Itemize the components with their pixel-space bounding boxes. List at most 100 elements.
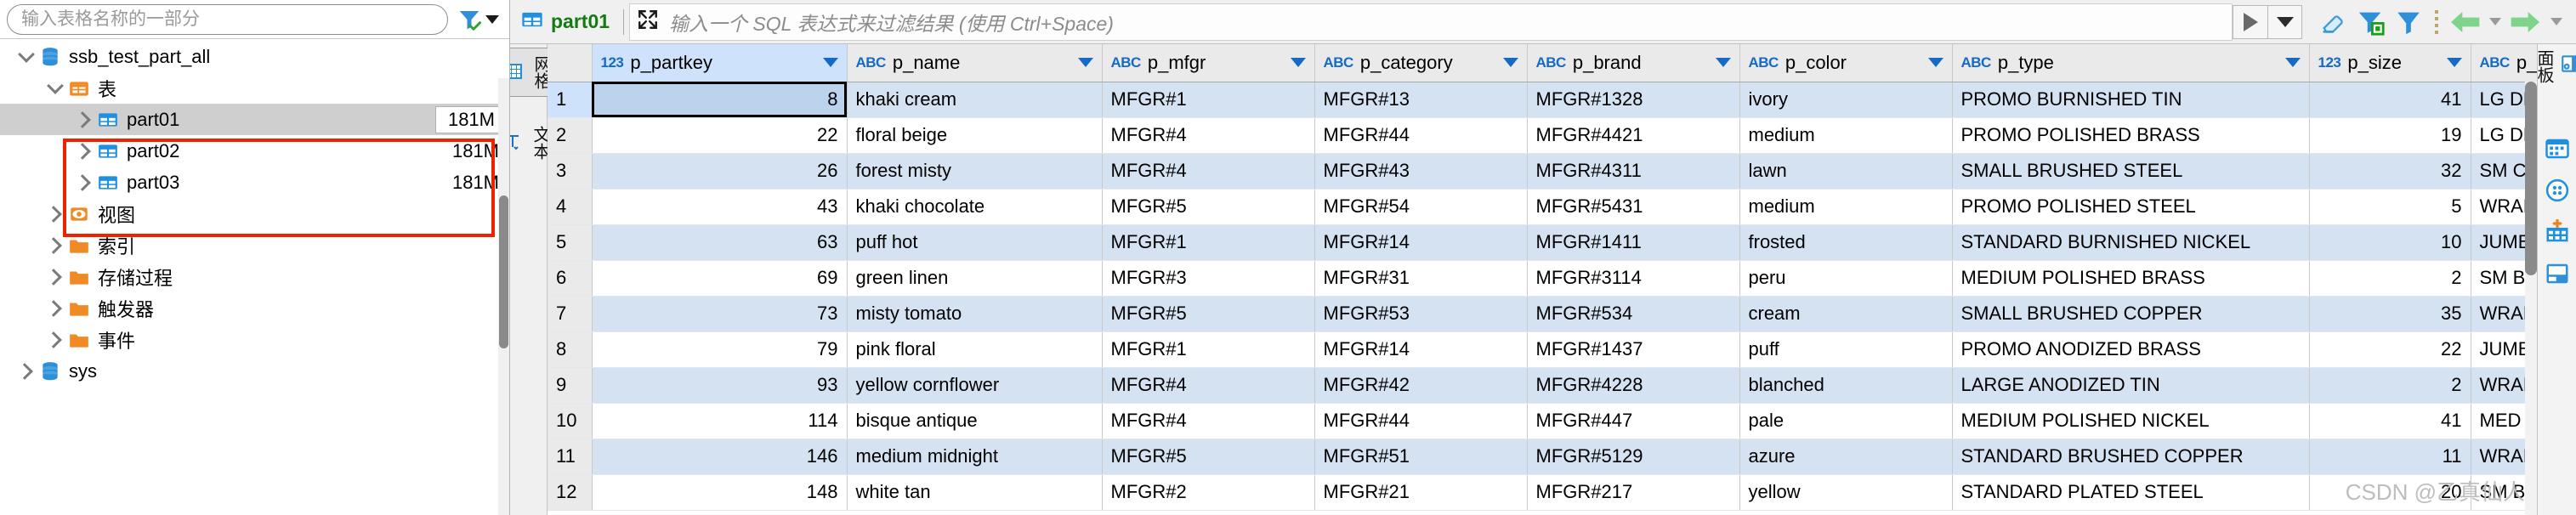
cell-p_partkey[interactable]: 43 [592,189,848,225]
cell-p_type[interactable]: LARGE ANODIZED TIN [1952,367,2310,404]
column-header-p_type[interactable]: ABC p_type [1952,44,2310,82]
add-row-icon[interactable] [2545,218,2570,249]
column-header-p_conta[interactable]: ABC p_conta [2471,44,2537,82]
apply-filter-button[interactable] [2353,4,2389,40]
cell-p_type[interactable]: PROMO POLISHED BRASS [1952,117,2310,154]
cell-p_color[interactable]: cream [1739,296,1953,332]
column-header-p_size[interactable]: 123 p_size [2309,44,2471,82]
cell-p_category[interactable]: MFGR#14 [1314,224,1528,261]
cell-p_name[interactable]: forest misty [847,153,1103,190]
row-number[interactable]: 3 [548,153,593,190]
column-header-p_mfgr[interactable]: ABC p_mfgr [1102,44,1315,82]
cell-p_mfgr[interactable]: MFGR#1 [1102,331,1315,368]
cell-p_mfgr[interactable]: MFGR#5 [1102,439,1315,475]
chevron-down-icon[interactable] [1290,58,1306,68]
sql-filter-input[interactable]: 输入一个 SQL 表达式来过滤结果 (使用 Ctrl+Space) [629,3,2233,41]
expand-toggle[interactable] [73,173,95,191]
cell-p_name[interactable]: green linen [847,260,1103,297]
cell-p_brand[interactable]: MFGR#534 [1527,296,1740,332]
execute-dropdown-button[interactable] [2267,5,2301,38]
cell-p_type[interactable]: PROMO POLISHED STEEL [1952,189,2310,225]
cell-p_partkey[interactable]: 69 [592,260,848,297]
cell-p_size[interactable]: 11 [2309,439,2471,475]
expand-arrows-icon[interactable] [637,8,659,35]
table-row[interactable]: 12 148 white tan MFGR#2 MFGR#21 MFGR#217 yello… [548,474,2537,511]
column-header-p_color[interactable]: ABC p_color [1739,44,1953,82]
cell-p_brand[interactable]: MFGR#4311 [1527,153,1740,190]
cell-p_size[interactable]: 20 [2309,474,2471,511]
calendar-grid-icon[interactable] [2545,136,2570,166]
cell-p_category[interactable]: MFGR#31 [1314,260,1528,297]
cell-p_mfgr[interactable]: MFGR#4 [1102,153,1315,190]
cell-p_type[interactable]: PROMO ANODIZED BRASS [1952,331,2310,368]
cell-p_name[interactable]: khaki chocolate [847,189,1103,225]
cell-p_brand[interactable]: MFGR#4228 [1527,367,1740,404]
tree-item-indexes-folder[interactable]: 索引 [0,229,509,261]
panel-split-icon[interactable] [2545,261,2570,291]
tree-item-database-sys[interactable]: sys [0,355,509,387]
row-number[interactable]: 12 [548,474,593,511]
grid-scrollbar-thumb[interactable] [2525,82,2537,275]
cell-p_color[interactable]: azure [1739,439,1953,475]
table-row[interactable]: 4 43 khaki chocolate MFGR#5 MFGR#54 MFGR#5431… [548,189,2537,225]
cell-p_color[interactable]: frosted [1739,224,1953,261]
expand-toggle[interactable] [44,268,66,286]
tree-item-table-part01[interactable]: part01 181M [0,104,509,135]
expand-toggle[interactable] [73,110,95,128]
cell-p_partkey[interactable]: 22 [592,117,848,154]
tree-item-database[interactable]: ssb_test_part_all [0,41,509,72]
table-row[interactable]: 7 73 misty tomato MFGR#5 MFGR#53 MFGR#534 crea… [548,296,2537,332]
tree-item-procedures-folder[interactable]: 存储过程 [0,261,509,292]
chevron-down-icon[interactable] [2284,58,2301,68]
cell-p_category[interactable]: MFGR#44 [1314,403,1528,439]
column-header-p_category[interactable]: ABC p_category [1314,44,1528,82]
cell-p_name[interactable]: white tan [847,474,1103,511]
row-number[interactable]: 2 [548,117,593,154]
cell-p_type[interactable]: STANDARD BRUSHED COPPER [1952,439,2310,475]
expand-toggle[interactable] [44,331,66,348]
cell-p_brand[interactable]: MFGR#1328 [1527,82,1740,118]
sidebar-filter-button[interactable] [453,4,506,35]
cell-p_category[interactable]: MFGR#54 [1314,189,1528,225]
table-row[interactable]: 8 79 pink floral MFGR#1 MFGR#14 MFGR#1437 puff… [548,331,2537,368]
cell-p_mfgr[interactable]: MFGR#5 [1102,296,1315,332]
row-number[interactable]: 10 [548,403,593,439]
row-number[interactable]: 5 [548,224,593,261]
expand-toggle[interactable] [44,205,66,223]
row-number[interactable]: 8 [548,331,593,368]
cell-p_mfgr[interactable]: MFGR#3 [1102,260,1315,297]
sidebar-scrollbar-thumb[interactable] [499,195,508,348]
cell-p_mfgr[interactable]: MFGR#2 [1102,474,1315,511]
cell-p_size[interactable]: 22 [2309,331,2471,368]
cell-p_brand[interactable]: MFGR#5431 [1527,189,1740,225]
tree-item-triggers-folder[interactable]: 触发器 [0,292,509,324]
cell-p_brand[interactable]: MFGR#217 [1527,474,1740,511]
cell-p_type[interactable]: SMALL BRUSHED STEEL [1952,153,2310,190]
cell-p_category[interactable]: MFGR#14 [1314,331,1528,368]
row-number[interactable]: 1 [548,82,593,118]
cell-p_category[interactable]: MFGR#44 [1314,117,1528,154]
cell-p_color[interactable]: puff [1739,331,1953,368]
previous-page-dropdown[interactable] [2484,4,2506,40]
clear-filter-button[interactable] [2316,4,2352,40]
column-header-p_brand[interactable]: ABC p_brand [1527,44,1740,82]
expand-toggle[interactable] [73,142,95,160]
tree-item-table-part03[interactable]: part03 181M [0,167,509,198]
cell-p_size[interactable]: 41 [2309,403,2471,439]
cell-p_brand[interactable]: MFGR#1437 [1527,331,1740,368]
row-number[interactable]: 4 [548,189,593,225]
cell-p_color[interactable]: ivory [1739,82,1953,118]
chevron-down-icon[interactable] [1077,58,1093,68]
cell-p_color[interactable]: medium [1739,117,1953,154]
cell-p_color[interactable]: lawn [1739,153,1953,190]
search-input[interactable] [21,8,434,30]
cell-p_name[interactable]: misty tomato [847,296,1103,332]
expand-toggle[interactable] [44,236,66,254]
cell-p_category[interactable]: MFGR#13 [1314,82,1528,118]
cell-p_brand[interactable]: MFGR#447 [1527,403,1740,439]
cell-p_mfgr[interactable]: MFGR#4 [1102,403,1315,439]
cell-p_size[interactable]: 5 [2309,189,2471,225]
row-number[interactable]: 9 [548,367,593,404]
cell-p_name[interactable]: floral beige [847,117,1103,154]
cell-p_color[interactable]: medium [1739,189,1953,225]
